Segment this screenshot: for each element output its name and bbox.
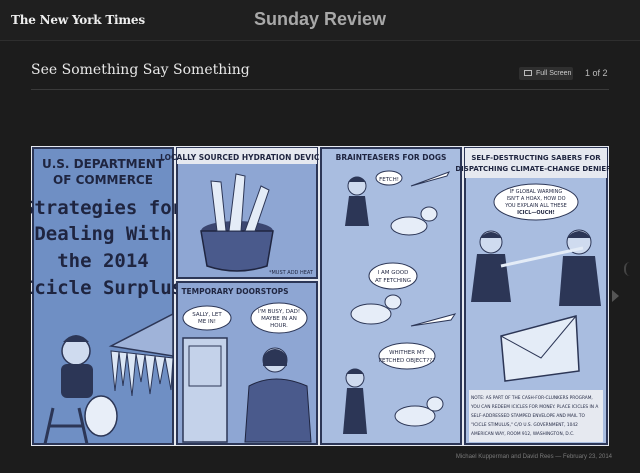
dogs-bubble-1: FETCH! <box>379 177 399 183</box>
fullscreen-button[interactable]: Full Screen <box>519 67 573 80</box>
sabers-caption-2: DISPATCHING CLIMATE-CHANGE DENIERS <box>455 165 609 173</box>
headline-3: the 2014 <box>57 250 149 272</box>
next-slide-arrow-icon[interactable] <box>612 290 619 302</box>
dogs-bubble-3b: FETCHED OBJECT??? <box>379 358 435 364</box>
headline-4: Icicle Surplus <box>31 277 183 299</box>
dept-line1: U.S. DEPARTMENT <box>42 157 165 171</box>
doorstops-panel: TEMPORARY DOORSTOPS SALLY, LET ME IN! I'… <box>176 281 318 445</box>
comic-credit: Michael Kupperman and David Rees — Febru… <box>455 454 612 460</box>
sabers-caption-1: SELF-DESTRUCTING SABERS FOR <box>471 154 601 162</box>
doorstops-bubble-left-2: ME IN! <box>198 319 216 325</box>
dept-line2: OF COMMERCE <box>53 173 153 187</box>
sabers-note-3: SELF-ADDRESSED STAMPED ENVELOPE AND MAIL… <box>471 413 586 419</box>
dogs-bubble-2a: I AM GOOD <box>378 270 409 276</box>
hydration-caption: LOCALLY SOURCED HYDRATION DEVICES* <box>160 153 334 162</box>
sabers-note-5: AMERICAN WAY, ROOM 912, WASHINGTON, D.C. <box>471 431 574 437</box>
sabers-bubble-4: ICICL—OUCH! <box>517 210 555 216</box>
divider <box>31 89 609 90</box>
dogs-bubble-3a: WHITHER MY <box>389 350 425 356</box>
doorstops-bubble-right-1: I'M BUSY, DAD! <box>258 309 300 315</box>
hydration-panel: LOCALLY SOURCED HYDRATION DEVICES* *MUST… <box>160 147 334 279</box>
dogs-caption: BRAINTEASERS FOR DOGS <box>336 153 447 162</box>
slideshow-title: See Something Say Something <box>31 62 250 78</box>
masthead-bar: The New York Times Sunday Review <box>0 0 640 41</box>
sabers-note-2: YOU CAN REDEEM ICICLES FOR MONEY. PLACE … <box>470 404 598 410</box>
sabers-note-4: "ICICLE STIMULUS," C/O U.S. GOVERNMENT, … <box>471 422 578 428</box>
fullscreen-icon <box>524 70 532 76</box>
dogs-bubble-2b: AT FETCHING <box>375 278 411 284</box>
sabers-bubble-1: IF GLOBAL WARMING <box>510 189 563 195</box>
sabers-bubble-3: YOU EXPLAIN ALL THESE <box>504 203 567 209</box>
doorstops-bubble-right-3: HOUR. <box>270 323 288 329</box>
side-scroll-mark <box>624 262 636 276</box>
title-panel: U.S. DEPARTMENT OF COMMERCE Strategies f… <box>23 147 183 445</box>
hydration-footnote: *MUST ADD HEAT <box>269 270 314 276</box>
dogs-panel: BRAINTEASERS FOR DOGS FETCH! I AM GOOD A… <box>320 147 462 445</box>
sabers-note-1: NOTE: AS PART OF THE CASH-FOR-CLUNKERS P… <box>471 395 593 401</box>
doorstops-bubble-left-1: SALLY, LET <box>192 312 222 318</box>
doorstops-caption: TEMPORARY DOORSTOPS <box>181 287 288 296</box>
sabers-panel: SELF-DESTRUCTING SABERS FOR DISPATCHING … <box>455 147 617 445</box>
headline-2: Dealing With <box>34 223 171 245</box>
doorstops-bubble-right-2: MAYBE IN AN <box>261 316 297 322</box>
sabers-bubble-2: ISN'T A HOAX, HOW DO <box>506 196 565 202</box>
fullscreen-label: Full Screen <box>536 70 572 77</box>
section-title[interactable]: Sunday Review <box>0 9 640 30</box>
headline-1: Strategies for <box>31 197 183 219</box>
slide-counter: 1 of 2 <box>585 68 608 78</box>
comic-image: U.S. DEPARTMENT OF COMMERCE Strategies f… <box>23 146 617 446</box>
